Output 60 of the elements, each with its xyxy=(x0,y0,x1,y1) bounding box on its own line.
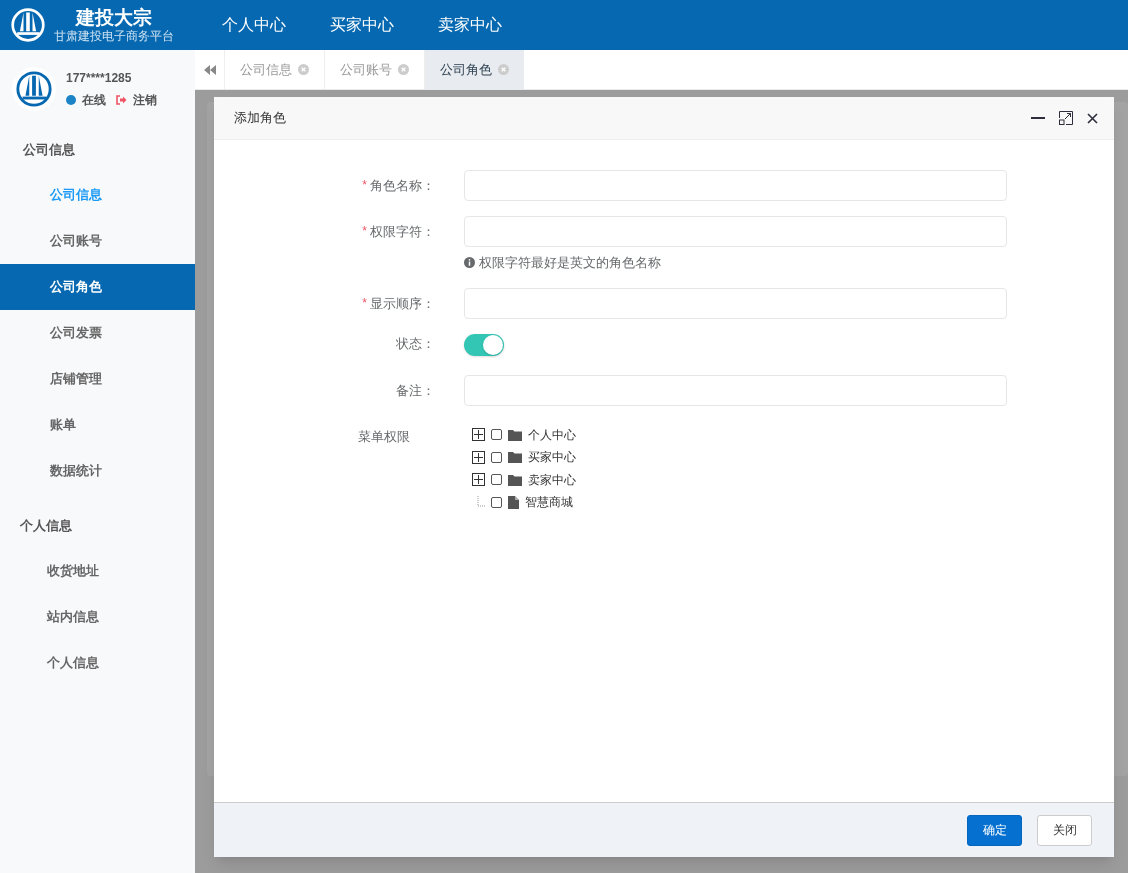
maximize-icon[interactable] xyxy=(1059,111,1073,125)
folder-icon xyxy=(508,428,522,441)
close-button[interactable]: 关闭 xyxy=(1037,814,1092,846)
required-mark: * xyxy=(362,177,367,194)
required-mark: * xyxy=(362,294,367,312)
status-text: 在线 xyxy=(82,92,106,109)
sidebar-section-title[interactable]: 公司信息 xyxy=(23,140,75,160)
tree-checkbox[interactable] xyxy=(491,451,502,463)
required-mark: * xyxy=(362,223,367,240)
field-label: 权限字符： xyxy=(370,223,435,241)
folder-icon xyxy=(508,473,522,486)
top-nav-link[interactable]: 个人中心 xyxy=(222,13,286,37)
tree-checkbox[interactable] xyxy=(491,474,502,486)
info-icon xyxy=(464,257,475,269)
double-left-arrow-icon xyxy=(203,64,216,75)
expand-toggle[interactable] xyxy=(472,473,485,487)
tree-checkbox[interactable] xyxy=(491,496,502,508)
sidebar-item[interactable]: 个人信息 xyxy=(0,640,195,686)
brand-subtitle: 甘肃建投电子商务平台 xyxy=(54,28,174,44)
user-phone: 177****1285 xyxy=(66,70,133,87)
dialog-title: 添加角色 xyxy=(234,109,287,128)
confirm-button[interactable]: 确定 xyxy=(967,814,1022,846)
sidebar-item[interactable]: 公司角色 xyxy=(0,264,195,310)
text-input-field[interactable] xyxy=(464,374,1007,406)
field-label: 角色名称： xyxy=(370,177,435,195)
page-tab[interactable]: 公司角色 xyxy=(424,50,524,89)
sidebar-item[interactable]: 公司账号 xyxy=(0,218,195,264)
logout-icon xyxy=(116,95,127,105)
sidebar-item[interactable]: 店铺管理 xyxy=(0,356,195,402)
folder-icon xyxy=(508,451,522,464)
top-nav-link[interactable]: 买家中心 xyxy=(330,13,394,37)
tree-checkbox[interactable] xyxy=(491,429,502,441)
sidebar-item[interactable]: 数据统计 xyxy=(0,448,195,494)
logo-icon xyxy=(10,7,46,43)
brand-name: 建投大宗 xyxy=(76,6,152,29)
expand-toggle[interactable] xyxy=(472,428,485,442)
field-label: 备注： xyxy=(396,381,435,400)
field-label: 状态： xyxy=(396,334,435,353)
text-input-field[interactable] xyxy=(464,216,1007,247)
sidebar-item[interactable]: 账单 xyxy=(0,402,195,448)
sidebar-item[interactable]: 收货地址 xyxy=(0,548,195,594)
hint-text: 权限字符最好是英文的角色名称 xyxy=(479,254,661,272)
file-icon xyxy=(508,495,519,509)
sidebar-section-title[interactable]: 个人信息 xyxy=(20,516,72,536)
tree-node-label[interactable]: 卖家中心 xyxy=(528,470,576,489)
field-label: 显示顺序： xyxy=(370,294,435,313)
tree-node-label[interactable]: 智慧商城 xyxy=(525,493,573,512)
logout-link[interactable]: 注销 xyxy=(133,91,157,109)
field-label: 菜单权限 xyxy=(358,427,410,446)
close-icon[interactable] xyxy=(1087,112,1098,124)
sidebar-item[interactable]: 站内信息 xyxy=(0,594,195,640)
tree-node-label[interactable]: 个人中心 xyxy=(528,425,576,444)
top-nav-link[interactable]: 卖家中心 xyxy=(438,13,502,37)
sidebar-item[interactable]: 公司发票 xyxy=(0,310,195,356)
text-input-field[interactable] xyxy=(464,170,1007,201)
status-toggle[interactable] xyxy=(464,333,504,356)
page-tab[interactable]: 公司信息 xyxy=(224,50,324,89)
text-input-field[interactable] xyxy=(464,287,1007,319)
expand-toggle[interactable] xyxy=(472,450,485,464)
tree-node-label[interactable]: 买家中心 xyxy=(528,448,576,467)
